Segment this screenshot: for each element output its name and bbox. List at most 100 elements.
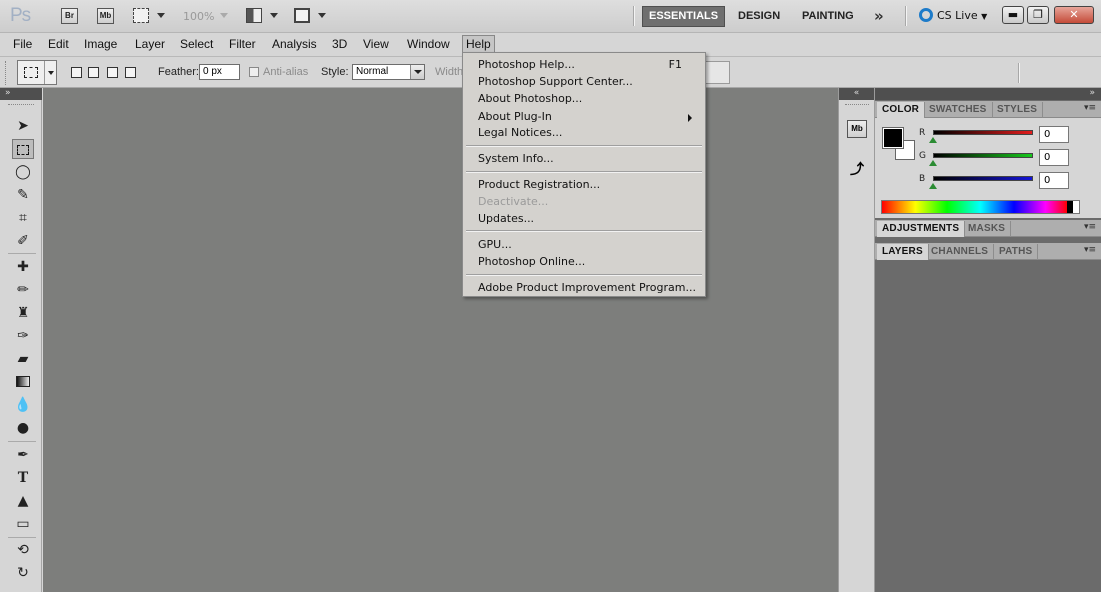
tab-adjustments[interactable]: ADJUSTMENTS bbox=[877, 221, 966, 237]
rectangular-marquee-tool-icon[interactable] bbox=[12, 139, 34, 159]
red-value-input[interactable]: 0 bbox=[1039, 126, 1069, 143]
pen-tool-icon[interactable]: ✒ bbox=[12, 445, 34, 465]
cs-live-button[interactable]: CS Live ▼ bbox=[919, 7, 987, 25]
menu-image[interactable]: Image bbox=[81, 35, 120, 53]
mini-bridge-button[interactable]: Mb bbox=[97, 8, 114, 24]
green-slider-knob[interactable] bbox=[929, 160, 937, 166]
dock-header[interactable]: « bbox=[839, 88, 874, 100]
expand-icon[interactable]: « bbox=[854, 88, 860, 98]
green-value-input[interactable]: 0 bbox=[1039, 149, 1069, 166]
menu-edit[interactable]: Edit bbox=[45, 35, 72, 53]
rectangle-tool-icon[interactable]: ▭ bbox=[12, 514, 34, 534]
blue-slider-knob[interactable] bbox=[929, 183, 937, 189]
chevron-down-icon[interactable] bbox=[220, 13, 228, 18]
restore-button[interactable]: ❐ bbox=[1027, 6, 1049, 24]
tab-color[interactable]: COLOR bbox=[877, 102, 926, 118]
type-tool-icon[interactable]: T bbox=[12, 468, 34, 488]
gradient-tool-icon[interactable] bbox=[12, 372, 34, 392]
intersect-selection-icon[interactable] bbox=[125, 67, 136, 78]
tool-preset-picker[interactable] bbox=[17, 60, 57, 85]
more-workspaces-icon[interactable]: » bbox=[874, 7, 884, 25]
chevron-down-icon[interactable] bbox=[318, 13, 326, 18]
options-bar-grip[interactable] bbox=[5, 61, 8, 85]
blue-slider[interactable] bbox=[933, 176, 1033, 181]
menu-item-legal-notices[interactable]: Legal Notices... bbox=[478, 124, 700, 141]
menu-select[interactable]: Select bbox=[177, 35, 216, 53]
clone-stamp-tool-icon[interactable]: ♜ bbox=[12, 303, 34, 323]
red-slider[interactable] bbox=[933, 130, 1033, 135]
menu-filter[interactable]: Filter bbox=[226, 35, 259, 53]
arrange-documents-icon[interactable] bbox=[246, 8, 262, 23]
menu-item-updates[interactable]: Updates... bbox=[478, 210, 700, 227]
menu-item-photoshop-help[interactable]: Photoshop Help... F1 bbox=[478, 56, 700, 73]
dodge-tool-icon[interactable]: ● bbox=[12, 418, 34, 438]
green-slider[interactable] bbox=[933, 153, 1033, 158]
collapse-icon[interactable]: » bbox=[1089, 88, 1095, 98]
crop-tool-icon[interactable]: ⌗ bbox=[12, 208, 34, 228]
feather-input[interactable]: 0 px bbox=[199, 64, 240, 80]
chevron-down-icon[interactable] bbox=[270, 13, 278, 18]
panel-menu-icon[interactable]: ▾≡ bbox=[1084, 222, 1096, 232]
toolbox-header[interactable]: » bbox=[0, 88, 42, 100]
red-slider-knob[interactable] bbox=[929, 137, 937, 143]
history-brush-tool-icon[interactable]: ✑ bbox=[12, 326, 34, 346]
healing-brush-tool-icon[interactable]: ✚ bbox=[12, 257, 34, 277]
extras-icon[interactable] bbox=[133, 8, 149, 23]
tab-styles[interactable]: STYLES bbox=[992, 102, 1044, 118]
blue-value-input[interactable]: 0 bbox=[1039, 172, 1069, 189]
3d-rotate-tool-icon[interactable]: ⟲ bbox=[12, 540, 34, 560]
anti-alias-checkbox[interactable] bbox=[249, 67, 259, 77]
workspace-design-button[interactable]: DESIGN bbox=[738, 6, 780, 27]
move-tool-icon[interactable]: ➤ bbox=[12, 116, 34, 136]
zoom-level[interactable]: 100% bbox=[183, 10, 214, 23]
dock-grip[interactable] bbox=[845, 104, 869, 105]
panel-menu-icon[interactable]: ▾≡ bbox=[1084, 103, 1096, 113]
menu-layer[interactable]: Layer bbox=[132, 35, 168, 53]
subtract-from-selection-icon[interactable] bbox=[107, 67, 118, 78]
menu-view[interactable]: View bbox=[360, 35, 392, 53]
lasso-tool-icon[interactable]: ◯ bbox=[12, 162, 34, 182]
mini-bridge-panel-button[interactable]: Mb bbox=[847, 120, 867, 138]
3d-orbit-tool-icon[interactable]: ↻ bbox=[12, 563, 34, 583]
canvas-area[interactable] bbox=[43, 88, 838, 592]
blur-tool-icon[interactable]: 💧 bbox=[12, 395, 34, 415]
menu-file[interactable]: File bbox=[10, 35, 35, 53]
path-selection-tool-icon[interactable]: ▲ bbox=[12, 491, 34, 511]
tab-masks[interactable]: MASKS bbox=[963, 221, 1012, 237]
minimize-button[interactable]: ▬ bbox=[1002, 6, 1024, 24]
style-select[interactable]: Normal bbox=[352, 64, 425, 80]
collapse-icon[interactable]: » bbox=[5, 88, 11, 98]
tab-paths[interactable]: PATHS bbox=[994, 244, 1039, 260]
brush-tool-icon[interactable]: ✏ bbox=[12, 280, 34, 300]
tab-swatches[interactable]: SWATCHES bbox=[924, 102, 993, 118]
eyedropper-tool-icon[interactable]: ✐ bbox=[12, 231, 34, 251]
menu-3d[interactable]: 3D bbox=[329, 35, 350, 53]
history-panel-icon[interactable]: ⤴ bbox=[847, 162, 867, 180]
quick-selection-tool-icon[interactable]: ✎ bbox=[12, 185, 34, 205]
color-spectrum-ramp[interactable] bbox=[881, 200, 1080, 214]
screen-mode-icon[interactable] bbox=[294, 8, 310, 23]
workspace-painting-button[interactable]: PAINTING bbox=[802, 6, 854, 27]
bridge-button[interactable]: Br bbox=[61, 8, 78, 24]
workspace-essentials-button[interactable]: ESSENTIALS bbox=[642, 6, 726, 27]
menu-analysis[interactable]: Analysis bbox=[269, 35, 320, 53]
menu-window[interactable]: Window bbox=[404, 35, 453, 53]
close-button[interactable]: ✕ bbox=[1054, 6, 1094, 24]
tab-channels[interactable]: CHANNELS bbox=[926, 244, 995, 260]
menu-item-about-plug-in[interactable]: About Plug-In bbox=[478, 108, 700, 125]
menu-help[interactable]: Help bbox=[462, 35, 495, 53]
panel-menu-icon[interactable]: ▾≡ bbox=[1084, 245, 1096, 255]
tab-layers[interactable]: LAYERS bbox=[877, 244, 929, 260]
menu-item-gpu[interactable]: GPU... bbox=[478, 236, 700, 253]
menu-item-system-info[interactable]: System Info... bbox=[478, 150, 700, 167]
menu-item-product-registration[interactable]: Product Registration... bbox=[478, 176, 700, 193]
menu-item-photoshop-online[interactable]: Photoshop Online... bbox=[478, 253, 700, 270]
toolbox-grip[interactable] bbox=[8, 104, 34, 105]
foreground-color-swatch[interactable] bbox=[882, 127, 904, 149]
menu-item-support-center[interactable]: Photoshop Support Center... bbox=[478, 73, 700, 90]
new-selection-icon[interactable] bbox=[71, 67, 82, 78]
panels-header[interactable]: » bbox=[875, 88, 1101, 100]
menu-item-product-improvement-program[interactable]: Adobe Product Improvement Program... bbox=[478, 279, 700, 296]
chevron-down-icon[interactable] bbox=[157, 13, 165, 18]
add-to-selection-icon[interactable] bbox=[88, 67, 99, 78]
